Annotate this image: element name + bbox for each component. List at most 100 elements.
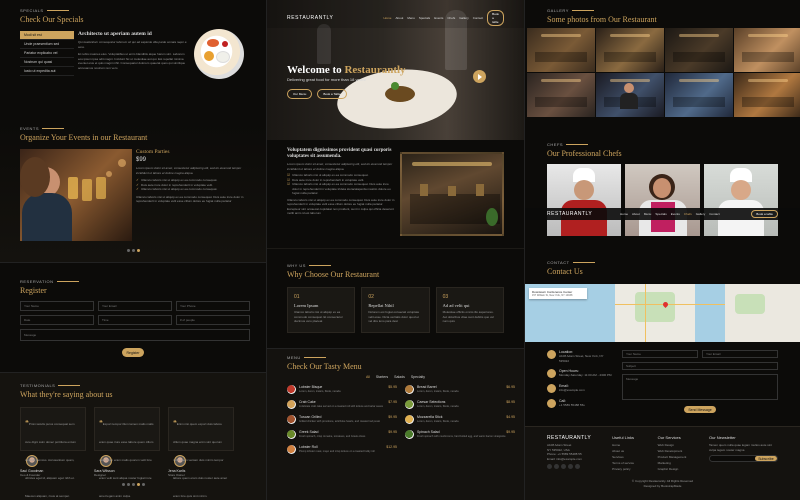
- footer-link[interactable]: Product Management: [658, 455, 699, 459]
- nav-link[interactable]: Specials: [655, 212, 666, 216]
- contact-info-item: Email: info@example.com: [547, 384, 614, 393]
- about-section: Voluptatem dignissimos provident quasi c…: [267, 140, 524, 248]
- hero-subtitle: Delivering great food for more than 18 y…: [287, 77, 367, 82]
- menu-item-name[interactable]: Bread Barrel: [417, 385, 437, 389]
- menu-filter[interactable]: Salads: [394, 375, 405, 379]
- nav-link[interactable]: About: [395, 16, 403, 20]
- specials-tab[interactable]: Pariatur explicabo vel: [20, 49, 74, 58]
- why-box: 02 Repellat Nihil Dolorem est fugiat occae…: [361, 287, 430, 333]
- register-message-field[interactable]: Message: [20, 329, 250, 341]
- column-left: Specials Check Our Specials Modi sit est…: [0, 0, 266, 500]
- contact-message-field[interactable]: Message: [622, 374, 778, 400]
- instagram-icon[interactable]: [561, 464, 566, 469]
- nav-link[interactable]: Specials: [419, 16, 430, 20]
- testimonials-dots[interactable]: [0, 483, 266, 486]
- gallery-photo[interactable]: [596, 28, 664, 72]
- footer-link[interactable]: Web Design: [658, 443, 699, 447]
- hero-book-button[interactable]: Book a table: [487, 10, 504, 26]
- menu-filter[interactable]: All: [366, 375, 370, 379]
- specials-tab[interactable]: Modi sit est: [20, 31, 74, 40]
- play-video-icon[interactable]: [473, 70, 486, 83]
- specials-tab[interactable]: Unde praesentium sed: [20, 40, 74, 49]
- gallery-photo[interactable]: [527, 28, 595, 72]
- nav-link[interactable]: Menu: [407, 16, 415, 20]
- footer-newsletter-text: Tamen quem nulla quae legam multos aute …: [709, 443, 772, 452]
- specials-tab[interactable]: Iusto ut expedita aut: [20, 67, 74, 76]
- nav-link[interactable]: Menu: [644, 212, 652, 216]
- register-people-field[interactable]: # of people: [176, 315, 250, 325]
- contact-info: Location: A108 Adam Street, New York, NY …: [547, 350, 614, 414]
- menu-item-name[interactable]: Lobster Bisque: [299, 385, 322, 389]
- facebook-icon[interactable]: [554, 464, 559, 469]
- nav-link[interactable]: About: [632, 212, 640, 216]
- nav-link[interactable]: Gallery: [696, 212, 706, 216]
- specials-tab[interactable]: Nostrum qui quasi: [20, 58, 74, 67]
- menu-item-name[interactable]: Crab Cake: [299, 400, 316, 404]
- nav-link[interactable]: Events: [434, 16, 443, 20]
- register-button[interactable]: Register: [122, 348, 144, 357]
- register-time-field[interactable]: Time: [98, 315, 172, 325]
- menu-item-description: Grilled chicken with provolone, artichok…: [299, 420, 381, 423]
- contact-name-field[interactable]: Your Name: [622, 350, 698, 358]
- gallery-photo[interactable]: [527, 73, 595, 117]
- gallery-photo[interactable]: [665, 28, 733, 72]
- gallery-photo[interactable]: [734, 73, 800, 117]
- subscribe-button[interactable]: Subscribe: [754, 456, 777, 461]
- hero-book-table-button[interactable]: Book a Table: [317, 89, 347, 99]
- nav-link[interactable]: Home: [383, 16, 391, 20]
- footer-link[interactable]: Privacy policy: [612, 467, 647, 471]
- contact-map[interactable]: Downtown Conference Center 157 William S…: [525, 284, 800, 342]
- menu-filters: All Starters Salads Specialty: [287, 375, 504, 379]
- testimonial-quote: Proin iaculis purus consequat sem cure d…: [25, 422, 76, 498]
- hero-brand-logo[interactable]: RESTAURANTLY: [287, 15, 333, 21]
- contact-info-value: +1 5589 55488 55s: [559, 403, 585, 407]
- footer-link[interactable]: Services: [612, 455, 647, 459]
- nav-link[interactable]: Chefs: [447, 16, 455, 20]
- send-message-button[interactable]: Send Message: [684, 406, 716, 413]
- menu-item-name[interactable]: Mozzarella Stick: [417, 415, 442, 419]
- register-name-field[interactable]: Your Name: [20, 301, 94, 311]
- menu-item-price: $8.95: [506, 400, 515, 404]
- twitter-icon[interactable]: [547, 464, 552, 469]
- nav-link[interactable]: Contact: [709, 212, 719, 216]
- chefs-brand-logo[interactable]: RESTAURANTLY: [547, 211, 592, 217]
- skype-icon[interactable]: [568, 464, 573, 469]
- menu-filter[interactable]: Starters: [376, 375, 388, 379]
- chef-card: [703, 164, 778, 236]
- footer-link[interactable]: Marketing: [658, 461, 699, 465]
- menu-item-name[interactable]: Tuscan Grilled: [299, 415, 321, 419]
- nav-link[interactable]: Events: [671, 212, 680, 216]
- testimonial-quote-box: ❝Proin iaculis purus consequat sem cure …: [20, 407, 86, 498]
- register-email-field[interactable]: Your Email: [98, 301, 172, 311]
- nav-link[interactable]: Home: [620, 212, 628, 216]
- footer-link[interactable]: About us: [612, 449, 647, 453]
- hero-menu-button[interactable]: Our Menu: [287, 89, 313, 99]
- nav-link[interactable]: Contact: [473, 16, 483, 20]
- chefs-book-button[interactable]: Book a table: [751, 210, 778, 218]
- menu-item-description: Lorem, deren, trataro, filede, nerada: [299, 390, 341, 393]
- specials-tabs: Modi sit est Unde praesentium sed Pariatur…: [20, 31, 74, 79]
- menu-item: Caesar Selections $8.95 Lorem, deren, trat…: [405, 400, 515, 409]
- nav-link[interactable]: Chefs: [684, 212, 692, 216]
- menu-item-name[interactable]: Caesar Selections: [417, 400, 445, 404]
- footer-link[interactable]: Graphic Design: [658, 467, 699, 471]
- menu-filter[interactable]: Specialty: [411, 375, 425, 379]
- register-date-field[interactable]: Date: [20, 315, 94, 325]
- contact-subject-field[interactable]: Subject: [622, 362, 778, 370]
- register-phone-field[interactable]: Your Phone: [176, 301, 250, 311]
- menu-item-name[interactable]: Greek Salad: [299, 430, 318, 434]
- menu-item-name[interactable]: Lobster Roll: [299, 445, 318, 449]
- footer-link[interactable]: Home: [612, 443, 647, 447]
- contact-email-field[interactable]: Your Email: [702, 350, 778, 358]
- newsletter-email-input[interactable]: [710, 456, 755, 461]
- footer-link[interactable]: Terms of service: [612, 461, 647, 465]
- nav-link[interactable]: Gallery: [459, 16, 469, 20]
- events-carousel-dots[interactable]: [20, 249, 246, 252]
- gallery-photo[interactable]: [734, 28, 800, 72]
- footer-link[interactable]: Web Development: [658, 449, 699, 453]
- gallery-photo[interactable]: [665, 73, 733, 117]
- why-eyebrow: Why Us: [287, 263, 504, 268]
- gallery-photo[interactable]: [596, 73, 664, 117]
- linkedin-icon[interactable]: [575, 464, 580, 469]
- menu-item-name[interactable]: Spinach Salad: [417, 430, 440, 434]
